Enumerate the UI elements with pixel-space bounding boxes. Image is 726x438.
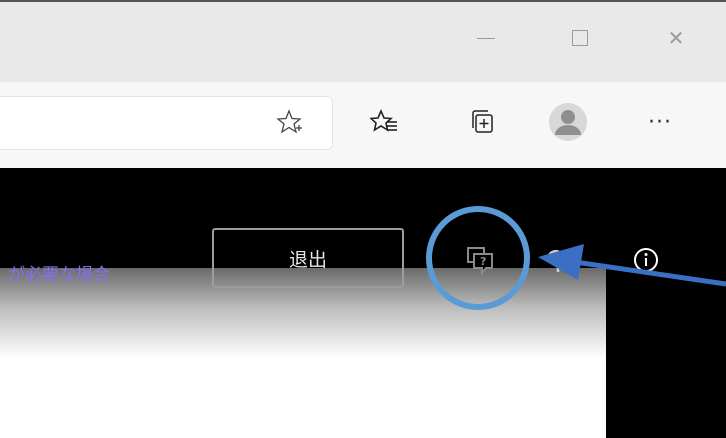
more-icon: ··· [648, 109, 672, 135]
maximize-icon [572, 30, 588, 46]
close-icon: ✕ [667, 26, 685, 50]
more-options-button[interactable]: ··· [640, 102, 680, 142]
exit-button[interactable]: 退出 [212, 228, 404, 288]
add-favorite-button[interactable] [270, 102, 310, 142]
minimize-button[interactable] [466, 20, 506, 56]
help-link[interactable]: が必要な場合 [8, 260, 110, 285]
favorites-list-icon [370, 108, 397, 132]
minimize-icon [477, 37, 495, 39]
add-favorite-star-icon [276, 109, 302, 134]
settings-button[interactable] [542, 246, 574, 282]
favorites-button[interactable] [364, 102, 404, 142]
feedback-icon: ? [467, 247, 493, 276]
page-area: が必要な場合 退出 ? [0, 168, 726, 438]
maximize-button[interactable] [560, 20, 600, 56]
collections-icon [472, 110, 493, 133]
svg-text:?: ? [480, 255, 486, 268]
info-icon [634, 248, 658, 272]
settings-icon [546, 249, 563, 272]
window-titlebar: ✕ [0, 0, 726, 82]
collections-button[interactable] [462, 102, 502, 142]
page-content [0, 268, 606, 438]
feedback-button[interactable]: ? [462, 244, 502, 284]
profile-avatar-icon [549, 103, 587, 141]
close-button[interactable]: ✕ [656, 20, 696, 56]
browser-toolbar: ··· [0, 82, 726, 168]
profile-button[interactable] [548, 102, 588, 142]
info-button[interactable] [630, 244, 662, 280]
